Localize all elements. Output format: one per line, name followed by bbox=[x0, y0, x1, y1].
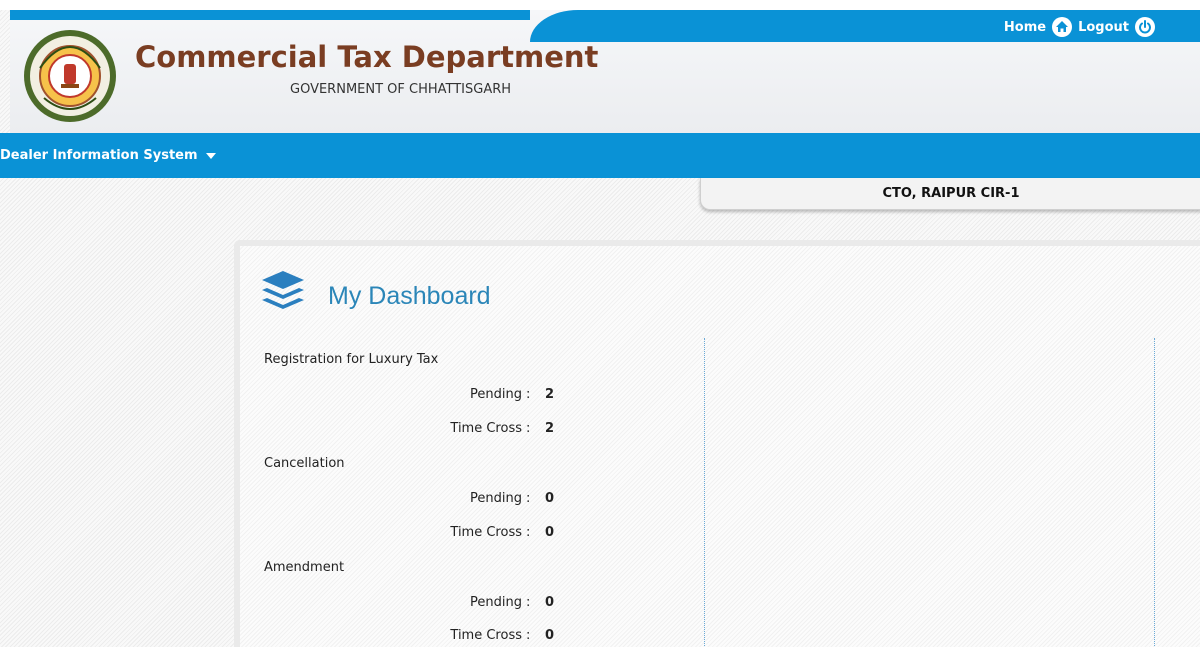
section-label-cancellation: Cancellation bbox=[264, 456, 345, 471]
stat-value[interactable]: 0 bbox=[545, 525, 554, 540]
dashboard-panel: My Dashboard Registration for Luxury Tax… bbox=[234, 240, 1200, 647]
stat-row: Time Cross : 0 bbox=[264, 628, 574, 647]
home-link[interactable]: Home bbox=[1004, 20, 1046, 35]
top-strip bbox=[0, 0, 1200, 10]
section-label-amendment: Amendment bbox=[264, 560, 345, 575]
section-label-registration-luxury-tax: Registration for Luxury Tax bbox=[264, 352, 439, 367]
stat-value[interactable]: 2 bbox=[545, 421, 554, 436]
caret-down-icon bbox=[205, 152, 216, 159]
dashboard-title: My Dashboard bbox=[328, 282, 491, 310]
office-tab: CTO, RAIPUR CIR-1 bbox=[700, 178, 1200, 210]
stat-row: Pending : 0 bbox=[264, 595, 574, 615]
department-subtitle: GOVERNMENT OF CHHATTISGARH bbox=[290, 82, 512, 97]
home-icon[interactable] bbox=[1052, 17, 1073, 37]
stat-colon: : bbox=[526, 628, 531, 643]
column-separator bbox=[704, 338, 705, 647]
stat-label: Time Cross bbox=[450, 421, 522, 436]
stat-row: Pending : 2 bbox=[264, 387, 574, 407]
stat-label: Pending bbox=[470, 491, 522, 506]
stat-colon: : bbox=[526, 525, 531, 540]
stat-label: Time Cross bbox=[450, 525, 522, 540]
stat-row: Time Cross : 0 bbox=[264, 525, 574, 545]
stat-row: Time Cross : 2 bbox=[264, 421, 574, 441]
stat-colon: : bbox=[526, 491, 531, 506]
stat-row: Pending : 0 bbox=[264, 491, 574, 511]
stat-value[interactable]: 0 bbox=[545, 595, 554, 610]
column-separator bbox=[1154, 338, 1155, 647]
stat-colon: : bbox=[526, 387, 531, 402]
stat-colon: : bbox=[526, 595, 531, 610]
stat-colon: : bbox=[526, 421, 531, 436]
department-title: Commercial Tax Department bbox=[135, 40, 599, 74]
stat-value[interactable]: 0 bbox=[545, 491, 554, 506]
power-icon[interactable] bbox=[1135, 17, 1155, 37]
layers-icon bbox=[262, 271, 304, 309]
stat-value[interactable]: 2 bbox=[545, 387, 554, 402]
stat-value[interactable]: 0 bbox=[545, 628, 554, 643]
stat-label: Pending bbox=[470, 595, 522, 610]
office-name: CTO, RAIPUR CIR-1 bbox=[882, 186, 1020, 201]
logout-link[interactable]: Logout bbox=[1078, 20, 1129, 35]
state-emblem-logo bbox=[24, 30, 116, 122]
dealer-information-system-menu[interactable]: Dealer Information System bbox=[0, 148, 216, 163]
stat-label: Time Cross bbox=[450, 628, 522, 643]
page: Home Logout Commercial Tax Department GO… bbox=[0, 0, 1200, 647]
menu-label: Dealer Information System bbox=[0, 148, 198, 163]
main-nav: Dealer Information System bbox=[0, 133, 1200, 178]
header: Home Logout Commercial Tax Department GO… bbox=[10, 10, 1200, 133]
top-links: Home Logout bbox=[1004, 16, 1155, 38]
stat-label: Pending bbox=[470, 387, 522, 402]
